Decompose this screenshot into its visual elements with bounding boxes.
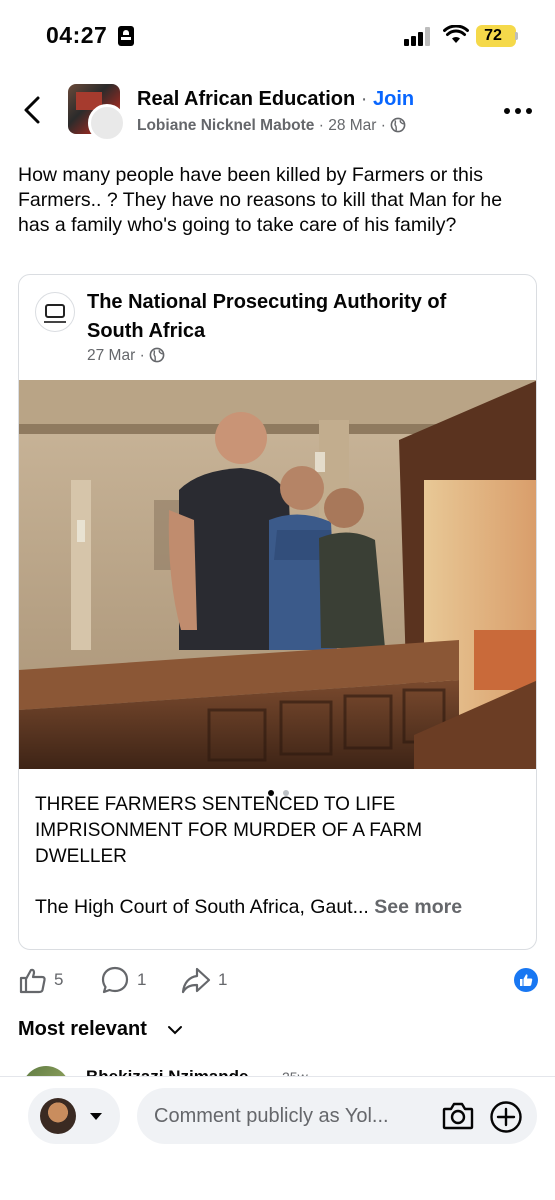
battery-cap xyxy=(515,32,518,40)
comment-composer xyxy=(0,1076,555,1200)
shared-page-name[interactable]: The National Prosecuting Authority of So… xyxy=(87,288,507,346)
status-bar: 04:27 72 xyxy=(0,0,555,72)
shared-headline: THREE FARMERS SENTENCED TO LIFE IMPRISON… xyxy=(35,794,423,867)
like-icon xyxy=(19,968,46,994)
more-icon[interactable] xyxy=(504,108,534,116)
carousel-dots xyxy=(19,783,536,796)
comment-sort[interactable]: Most relevant xyxy=(18,1018,147,1041)
see-more-link[interactable]: See more xyxy=(374,896,462,918)
separator: · xyxy=(355,88,373,110)
back-arrow-icon[interactable] xyxy=(18,92,48,128)
shared-date-text: 27 Mar xyxy=(87,347,136,364)
wifi-icon xyxy=(443,25,469,43)
comment-button[interactable]: 1 xyxy=(100,965,160,995)
courtroom-photo[interactable] xyxy=(19,380,537,769)
share-icon xyxy=(181,967,211,994)
profile-switcher[interactable] xyxy=(28,1088,120,1144)
npa-logo[interactable] xyxy=(35,292,75,332)
comment-count: 1 xyxy=(137,970,147,989)
post-text: How many people have been killed by Farm… xyxy=(18,164,503,236)
caret-down-icon xyxy=(90,1113,102,1120)
like-count: 5 xyxy=(54,970,64,989)
status-time: 04:27 xyxy=(46,22,108,48)
post-header: Real African Education · Join Lobiane Ni… xyxy=(0,80,555,142)
meta-separator: · xyxy=(380,117,391,134)
comment-icon xyxy=(101,966,129,994)
camera-icon[interactable] xyxy=(441,1100,475,1132)
globe-icon xyxy=(390,117,406,133)
group-title-line: Real African Education · Join xyxy=(137,88,414,111)
share-count: 1 xyxy=(218,970,228,989)
thumbs-up-icon xyxy=(520,974,533,986)
globe-icon xyxy=(149,347,165,363)
battery-indicator: 72 xyxy=(476,25,516,47)
user-avatar xyxy=(40,1098,76,1134)
post-date[interactable]: 28 Mar xyxy=(328,117,376,134)
meta-separator: · xyxy=(139,347,150,364)
signal-icon xyxy=(404,27,432,46)
author-avatar[interactable] xyxy=(88,104,126,142)
post-meta: Lobiane Nicknel Mabote · 28 Mar · xyxy=(137,117,406,135)
add-icon[interactable] xyxy=(489,1100,523,1134)
join-button[interactable]: Join xyxy=(373,88,414,110)
shared-excerpt: The High Court of South Africa, Gaut... … xyxy=(35,894,525,920)
chevron-down-icon[interactable] xyxy=(167,1024,183,1036)
battery-level: 72 xyxy=(484,27,502,44)
share-button[interactable]: 1 xyxy=(181,965,241,995)
like-reaction-badge[interactable] xyxy=(514,968,538,992)
excerpt-text: The High Court of South Africa, Gaut... xyxy=(35,896,375,918)
meta-separator: · xyxy=(318,117,329,134)
shared-post-date: 27 Mar · xyxy=(87,347,165,365)
comment-input[interactable] xyxy=(137,1088,537,1144)
reactions-bar: 5 1 1 xyxy=(0,962,555,998)
id-card-icon xyxy=(118,26,134,46)
shared-post-card[interactable]: The National Prosecuting Authority of So… xyxy=(18,274,537,950)
group-name[interactable]: Real African Education xyxy=(137,88,355,110)
like-button[interactable]: 5 xyxy=(17,965,77,995)
author-name[interactable]: Lobiane Nicknel Mabote xyxy=(137,117,314,134)
